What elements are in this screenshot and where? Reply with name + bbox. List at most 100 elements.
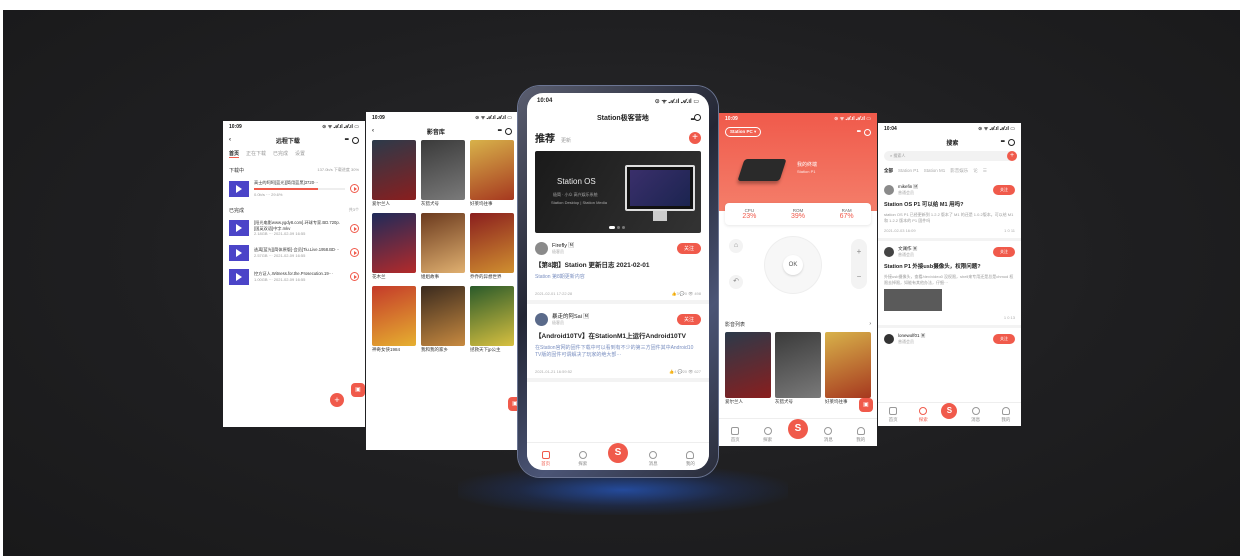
back-icon[interactable]: ‹ <box>229 137 231 143</box>
follow-button[interactable]: 关注 <box>993 247 1015 257</box>
post-author[interactable]: Firefly 🄼 <box>552 241 574 249</box>
list-item[interactable]: 高士的呵呵[蓝光][简用蓝黑]3720··· 0.0b/s ··· 29.6% <box>223 176 365 201</box>
tab-updates[interactable]: 更新 <box>561 138 571 144</box>
movie-card[interactable]: 好莱坞往事 <box>825 332 871 408</box>
close-ring-icon[interactable] <box>351 136 359 144</box>
station-center-button[interactable]: S <box>607 443 628 463</box>
movie-card[interactable]: 灰猎犬号 <box>775 332 821 408</box>
movie-poster[interactable] <box>825 332 871 398</box>
tab-downloading[interactable]: 正在下载 <box>246 150 266 158</box>
tab-home[interactable]: 首页 <box>881 407 905 423</box>
movie-poster[interactable] <box>470 286 514 346</box>
volume-rocker[interactable]: + − <box>851 239 867 289</box>
movie-poster[interactable] <box>421 286 465 346</box>
tab-home[interactable]: 首页 <box>229 150 240 158</box>
movie-card[interactable]: 姐姐故事 <box>421 213 465 283</box>
question-card[interactable]: mikefin 🄼 普通会员 关注 Station OS P1 可以给 M1 用吗… <box>878 179 1021 241</box>
add-icon[interactable]: + <box>689 132 701 144</box>
tab-home[interactable]: 首页 <box>723 427 747 443</box>
follow-button[interactable]: 关注 <box>993 334 1015 344</box>
movie-poster[interactable] <box>372 286 416 346</box>
tab-explore[interactable]: 探索 <box>756 427 780 443</box>
tab-media[interactable]: 影音娱乐 <box>950 168 968 174</box>
question-card[interactable]: 文澜作 🄼 普通会员 关注 Station P1 外接usb摄像头，权限问题? 外… <box>878 241 1021 328</box>
tab-explore[interactable]: 探索 <box>571 451 595 467</box>
movie-poster[interactable] <box>470 213 514 273</box>
side-float-icon[interactable]: ▣ <box>351 383 365 397</box>
movie-poster[interactable] <box>372 140 416 200</box>
play-icon[interactable] <box>350 248 359 257</box>
movie-card[interactable]: 爱尔兰人 <box>372 140 416 210</box>
banner-carousel[interactable]: Station OS 极简 · 小众 高兴娱乐系统 Station Deskto… <box>535 151 701 233</box>
avatar[interactable] <box>535 241 548 255</box>
movie-poster[interactable] <box>470 140 514 200</box>
movie-card[interactable]: 乔乔的异想世界 <box>470 213 514 283</box>
home-icon[interactable]: ⌂ <box>729 239 743 253</box>
tab-settings[interactable]: 设置 <box>295 150 305 158</box>
list-item[interactable]: 逃离[蓝光][简体原版]·会员[Tiu.Live.1958.BD··· 2.57G… <box>223 241 365 265</box>
post-title[interactable]: 【Android10TV】在StationM1上运行Android10TV <box>535 332 701 341</box>
movie-card[interactable]: 灰猎犬号 <box>421 140 465 210</box>
play-icon[interactable] <box>350 272 359 281</box>
tab-messages[interactable]: 消息 <box>964 407 988 423</box>
follow-button[interactable]: 关注 <box>676 242 701 254</box>
tab-home[interactable]: 首页 <box>534 451 558 467</box>
movie-poster[interactable] <box>775 332 821 398</box>
question-title[interactable]: Station OS P1 可以给 M1 用吗? <box>884 200 1015 208</box>
question-card[interactable]: lonewolf01 🄼 普通会员 关注 <box>878 328 1021 350</box>
add-icon[interactable]: + <box>1007 151 1017 161</box>
capsule[interactable]: ••• <box>1001 138 1015 146</box>
tab-forum[interactable]: 论 <box>973 168 978 174</box>
close-ring-icon[interactable] <box>693 113 701 121</box>
back-icon[interactable]: ‹ <box>372 128 374 134</box>
movie-card[interactable]: 神奇女侠1984 <box>372 286 416 356</box>
play-icon[interactable] <box>350 184 359 193</box>
tab-recommend[interactable]: 推荐 <box>535 134 555 145</box>
back-icon[interactable]: ↶ <box>729 275 743 289</box>
tab-messages[interactable]: 消息 <box>816 427 840 443</box>
follow-button[interactable]: 关注 <box>993 185 1015 195</box>
station-center-button[interactable]: S <box>941 403 958 419</box>
movie-card[interactable]: 爱尔兰人 <box>725 332 771 408</box>
movie-card[interactable]: 花木兰 <box>372 213 416 283</box>
more-icon[interactable]: ••• <box>345 137 349 143</box>
device-selector[interactable]: Station PC ▾ <box>725 127 762 137</box>
side-float-icon[interactable]: ▣ <box>859 398 873 412</box>
avatar[interactable] <box>535 312 548 326</box>
close-ring-icon[interactable] <box>1007 138 1015 146</box>
more-icon[interactable]: ••• <box>498 128 502 134</box>
tab-all[interactable]: 全部 <box>884 168 893 174</box>
list-item[interactable]: [阳光电影www.ygdy8.com].环球专家.BD.720p.[国英双语]中… <box>223 216 365 241</box>
side-float-icon[interactable]: ▣ <box>508 397 518 411</box>
avatar[interactable] <box>884 247 894 257</box>
tab-profile[interactable]: 我的 <box>678 451 702 467</box>
movie-poster[interactable] <box>372 213 416 273</box>
movie-poster[interactable] <box>725 332 771 398</box>
post-card[interactable]: Firefly 🄼 极客员 关注 【第8期】Station 更新日志 2021-0… <box>527 233 709 304</box>
tab-profile[interactable]: 我的 <box>994 407 1018 423</box>
tab-done[interactable]: 已完成 <box>273 150 288 158</box>
movie-card[interactable]: 我和我的家乡 <box>421 286 465 356</box>
tab-station-m1[interactable]: Station M1 <box>924 168 946 174</box>
search-input[interactable]: ⌕ 搜索人 + <box>884 151 1017 161</box>
more-icon[interactable]: ••• <box>857 129 861 135</box>
movie-card[interactable]: 拯救天下jp公主 <box>470 286 514 356</box>
avatar[interactable] <box>884 334 894 344</box>
capsule[interactable]: ••• <box>498 127 512 135</box>
close-ring-icon[interactable] <box>504 127 512 135</box>
capsule[interactable]: ••• <box>691 113 701 123</box>
tab-profile[interactable]: 我的 <box>849 427 873 443</box>
play-icon[interactable] <box>350 223 359 233</box>
menu-icon[interactable]: ☰ <box>983 168 987 174</box>
movie-poster[interactable] <box>421 140 465 200</box>
tab-messages[interactable]: 消息 <box>641 451 665 467</box>
question-image[interactable] <box>884 289 942 311</box>
dpad[interactable]: OK <box>765 237 821 293</box>
more-icon[interactable]: ••• <box>1001 139 1005 145</box>
movie-poster[interactable] <box>421 213 465 273</box>
ok-button[interactable]: OK <box>783 255 803 275</box>
capsule[interactable]: ••• <box>345 136 359 144</box>
station-center-button[interactable]: S <box>787 419 808 439</box>
close-ring-icon[interactable] <box>864 128 871 136</box>
media-list-header[interactable]: 影音列表 › <box>719 317 877 332</box>
